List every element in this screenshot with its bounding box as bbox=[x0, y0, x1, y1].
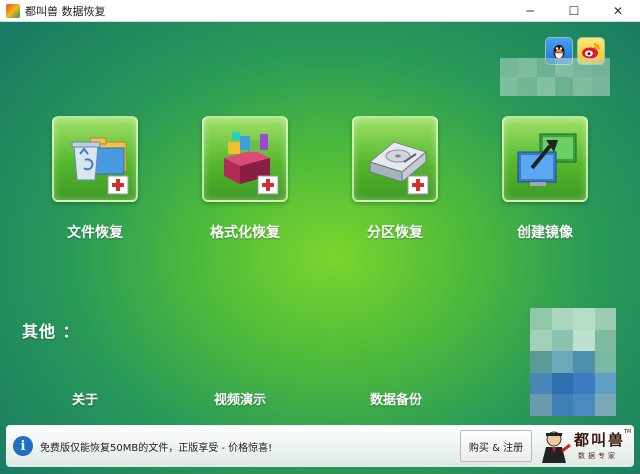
main-panel: 文件恢复 格式化恢复 分区恢复 创建镜像 其他 ： 关于 视频演示 数据备份 i… bbox=[0, 22, 640, 474]
video-demo-link[interactable]: 视频演示 bbox=[214, 389, 266, 408]
feature-partition-recovery[interactable]: 分区恢复 bbox=[335, 116, 455, 242]
color-blocks-icon bbox=[224, 132, 279, 195]
others-heading: 其他 ： bbox=[22, 322, 80, 341]
pixelated-region-mascot bbox=[530, 308, 616, 416]
data-backup-link[interactable]: 数据备份 bbox=[370, 389, 422, 408]
window-controls: ─ ☐ ✕ bbox=[508, 0, 640, 22]
create-image-tile[interactable] bbox=[502, 116, 588, 202]
file-recovery-tile[interactable] bbox=[52, 116, 138, 202]
format-recovery-tile[interactable] bbox=[202, 116, 288, 202]
brand-name: 都叫兽 bbox=[574, 431, 626, 449]
partition-recovery-tile[interactable] bbox=[352, 116, 438, 202]
file-recovery-label: 文件恢复 bbox=[67, 225, 123, 241]
trademark-mark: TM bbox=[624, 429, 632, 435]
feature-file-recovery[interactable]: 文件恢复 bbox=[35, 116, 155, 242]
app-logo-icon bbox=[6, 3, 20, 18]
free-version-notice: 免费版仅能恢复50MB的文件，正版享受 - 价格惊喜! bbox=[40, 442, 273, 454]
mascot-icon bbox=[542, 431, 571, 463]
partition-recovery-label: 分区恢复 bbox=[367, 225, 423, 241]
bottom-bar: i 免费版仅能恢复50MB的文件，正版享受 - 价格惊喜! 购买 & 注册 都叫… bbox=[6, 425, 634, 467]
monitor-image-icon bbox=[517, 133, 577, 186]
brand-logo: 都叫兽 数据专家 TM bbox=[540, 427, 632, 465]
create-image-label: 创建镜像 bbox=[517, 225, 573, 241]
about-link[interactable]: 关于 bbox=[72, 389, 98, 408]
minimize-button[interactable]: ─ bbox=[508, 0, 552, 22]
feature-create-image[interactable]: 创建镜像 bbox=[485, 116, 605, 242]
close-button[interactable]: ✕ bbox=[596, 0, 640, 22]
hard-drive-icon bbox=[368, 141, 429, 195]
recycle-bin-folder-icon bbox=[71, 137, 129, 195]
buy-register-button[interactable]: 购买 & 注册 bbox=[460, 430, 532, 462]
format-recovery-label: 格式化恢复 bbox=[210, 225, 280, 241]
window-title: 都叫兽 数据恢复 bbox=[25, 4, 106, 18]
info-icon: i bbox=[13, 436, 33, 456]
pixelated-region-top bbox=[500, 58, 610, 96]
brand-subtitle: 数据专家 bbox=[578, 452, 618, 460]
feature-format-recovery[interactable]: 格式化恢复 bbox=[185, 116, 305, 242]
maximize-button[interactable]: ☐ bbox=[552, 0, 596, 22]
title-bar: 都叫兽 数据恢复 ─ ☐ ✕ bbox=[0, 0, 640, 22]
